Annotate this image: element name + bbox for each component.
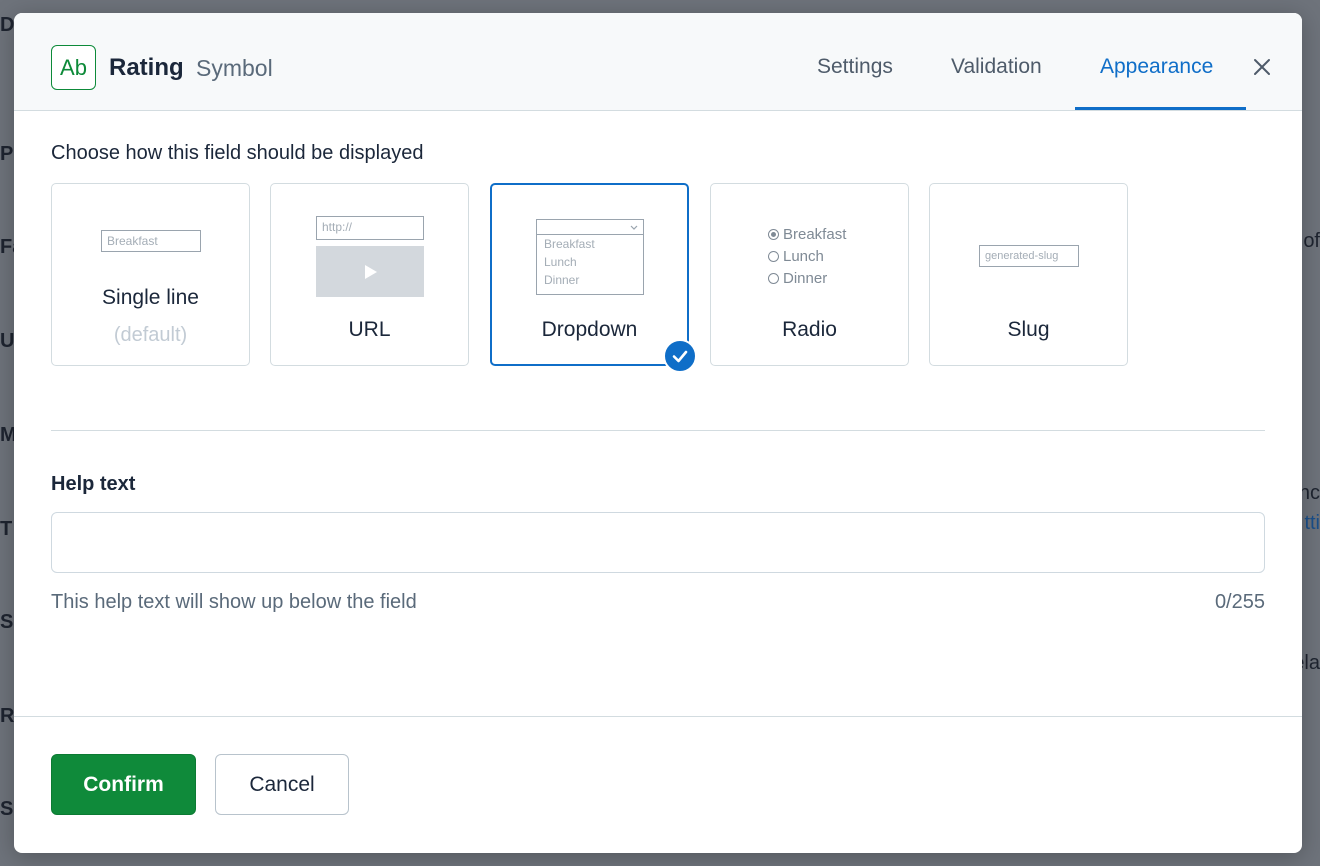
single-line-preview: Breakfast	[101, 230, 201, 252]
tab-appearance[interactable]: Appearance	[1100, 55, 1213, 79]
option-label: Slug	[1007, 318, 1050, 341]
radio-preview-item: Dinner	[768, 270, 827, 287]
close-button[interactable]	[1250, 55, 1274, 79]
radio-selected-icon	[768, 229, 779, 240]
appearance-prompt: Choose how this field should be displaye…	[51, 142, 424, 164]
dialog-header: Ab Rating Symbol Settings Validation App…	[14, 13, 1302, 111]
appearance-option-single-line[interactable]: Breakfast Single line (default)	[51, 183, 250, 366]
close-icon	[1254, 59, 1270, 75]
backdrop-text: P	[0, 143, 14, 165]
confirm-button[interactable]: Confirm	[51, 754, 196, 815]
option-label: URL	[348, 318, 391, 341]
section-divider	[51, 430, 1265, 431]
option-label: Radio	[782, 318, 837, 341]
dropdown-preview-item: Breakfast	[544, 237, 595, 251]
backdrop-text: D	[0, 14, 15, 36]
cancel-button[interactable]: Cancel	[215, 754, 349, 815]
footer-divider	[14, 716, 1302, 717]
field-appearance-dialog: Ab Rating Symbol Settings Validation App…	[14, 13, 1302, 853]
backdrop-text: of	[1303, 230, 1320, 252]
active-tab-indicator	[1075, 107, 1246, 110]
option-sublabel: (default)	[113, 324, 188, 346]
backdrop-text: T	[0, 518, 13, 540]
slug-preview: generated-slug	[979, 245, 1079, 267]
help-text-input[interactable]	[51, 512, 1265, 573]
radio-empty-icon	[768, 251, 779, 262]
backdrop-text: U	[0, 330, 15, 352]
tab-settings[interactable]: Settings	[817, 55, 893, 79]
field-name: Rating	[109, 54, 184, 81]
backdrop-text: tti	[1304, 512, 1320, 534]
character-counter: 0/255	[1214, 591, 1265, 613]
dropdown-preview-item: Lunch	[544, 255, 577, 269]
selected-check-badge	[663, 339, 697, 373]
url-preview-input: http://	[316, 216, 424, 240]
dropdown-preview-item: Dinner	[544, 273, 580, 287]
backdrop-text: nc	[1298, 482, 1320, 504]
appearance-option-url[interactable]: http:// URL	[270, 183, 469, 366]
chevron-down-icon	[630, 225, 638, 230]
text-field-icon: Ab	[51, 45, 96, 90]
option-label: Single line	[102, 286, 199, 309]
dropdown-preview: Breakfast Lunch Dinner	[536, 219, 644, 295]
field-type: Symbol	[196, 55, 273, 81]
backdrop-text: S	[0, 798, 14, 820]
backdrop-text: R	[0, 705, 15, 727]
appearance-option-slug[interactable]: generated-slug Slug	[929, 183, 1128, 366]
appearance-option-dropdown[interactable]: Breakfast Lunch Dinner Dropdown	[490, 183, 689, 366]
appearance-option-radio[interactable]: Breakfast Lunch Dinner Radio	[710, 183, 909, 366]
tab-validation[interactable]: Validation	[951, 55, 1042, 79]
radio-empty-icon	[768, 273, 779, 284]
radio-preview-item: Breakfast	[768, 226, 846, 243]
help-text-hint: This help text will show up below the fi…	[51, 591, 417, 613]
help-text-label: Help text	[51, 473, 136, 495]
video-preview	[316, 246, 424, 297]
option-label: Dropdown	[541, 318, 638, 341]
checkmark-icon	[672, 350, 688, 363]
play-icon	[365, 264, 377, 279]
radio-preview-item: Lunch	[768, 248, 824, 265]
